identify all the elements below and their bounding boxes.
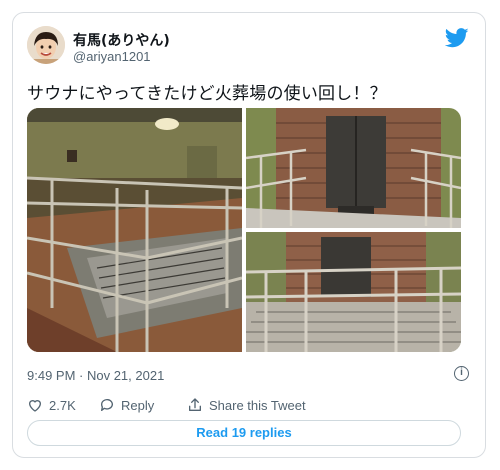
tweet-text: サウナにやってきたけど火葬場の使い回し！？	[27, 84, 387, 104]
tweet-timestamp[interactable]: 9:49 PM · Nov 21, 2021	[27, 368, 164, 383]
tweet-card: 有馬(ありやん) @ariyan1201 サウナにやってきたけど火葬場の使い回し…	[12, 12, 486, 458]
share-action[interactable]: Share this Tweet	[187, 395, 306, 415]
sauna-photo-3[interactable]	[246, 232, 461, 352]
share-icon	[189, 398, 201, 411]
heart-icon	[28, 400, 42, 412]
reply-action[interactable]: Reply	[99, 395, 154, 415]
media-grid	[27, 108, 461, 352]
display-name[interactable]: 有馬(ありやん)	[73, 30, 170, 50]
like-action[interactable]: 2.7K	[27, 395, 76, 415]
read-replies-button[interactable]: Read 19 replies	[27, 420, 461, 446]
reply-label: Reply	[121, 397, 155, 413]
sauna-photo-2[interactable]	[246, 108, 461, 228]
sauna-photo-1[interactable]	[27, 108, 242, 352]
share-label: Share this Tweet	[209, 397, 306, 413]
reply-icon	[100, 399, 113, 411]
avatar[interactable]	[27, 26, 65, 64]
user-handle[interactable]: @ariyan1201	[73, 49, 151, 64]
twitter-bird-icon[interactable]	[445, 28, 469, 48]
info-icon[interactable]: i	[454, 366, 469, 381]
like-count: 2.7K	[49, 397, 76, 413]
